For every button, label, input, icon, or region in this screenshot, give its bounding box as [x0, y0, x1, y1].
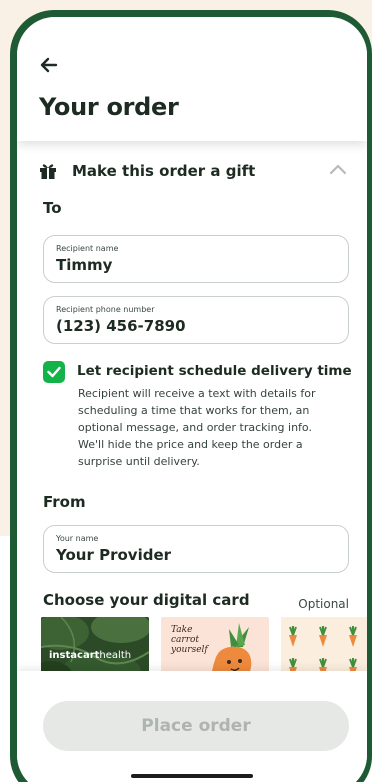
digital-card-title: Choose your digital card	[43, 591, 250, 609]
digital-card-optional: Optional	[298, 597, 349, 611]
checkmark-icon	[47, 366, 61, 378]
recipient-name-field[interactable]: Recipient name Timmy	[43, 235, 349, 283]
card-brand-health: health	[99, 650, 132, 661]
recipient-phone-label: Recipient phone number	[56, 305, 155, 314]
recipient-name-value: Timmy	[56, 256, 113, 274]
gift-form: Make this order a gift To Recipient name…	[17, 141, 367, 687]
card-brand-instacart: instacart	[49, 650, 100, 661]
place-order-button[interactable]: Place order	[43, 701, 349, 751]
your-name-field[interactable]: Your name Your Provider	[43, 525, 349, 573]
gift-icon	[40, 164, 56, 179]
chevron-up-icon[interactable]	[329, 163, 347, 175]
phone-screen: Your order Make this order a gift To Rec…	[17, 17, 367, 782]
home-indicator[interactable]	[131, 774, 253, 778]
schedule-checkbox[interactable]	[43, 361, 65, 383]
recipient-phone-field[interactable]: Recipient phone number (123) 456-7890	[43, 296, 349, 344]
back-button[interactable]	[37, 53, 61, 77]
schedule-description: Recipient will receive a text with detai…	[78, 387, 316, 468]
phone-frame: Your order Make this order a gift To Rec…	[10, 10, 372, 782]
gift-toggle[interactable]: Make this order a gift	[39, 159, 349, 183]
your-name-value: Your Provider	[56, 546, 172, 564]
recipient-phone-value: (123) 456-7890	[56, 317, 186, 335]
gift-label: Make this order a gift	[72, 162, 256, 180]
from-label: From	[43, 493, 86, 511]
header: Your order	[17, 17, 367, 141]
your-name-label: Your name	[56, 534, 99, 543]
card-brand-text: instacarthealth	[49, 650, 131, 661]
footer-bar: Place order	[17, 671, 367, 782]
arrow-left-icon	[40, 57, 58, 73]
to-label: To	[43, 199, 62, 217]
recipient-name-label: Recipient name	[56, 244, 119, 253]
page-title: Your order	[39, 93, 179, 121]
schedule-title: Let recipient schedule delivery time	[77, 363, 352, 379]
